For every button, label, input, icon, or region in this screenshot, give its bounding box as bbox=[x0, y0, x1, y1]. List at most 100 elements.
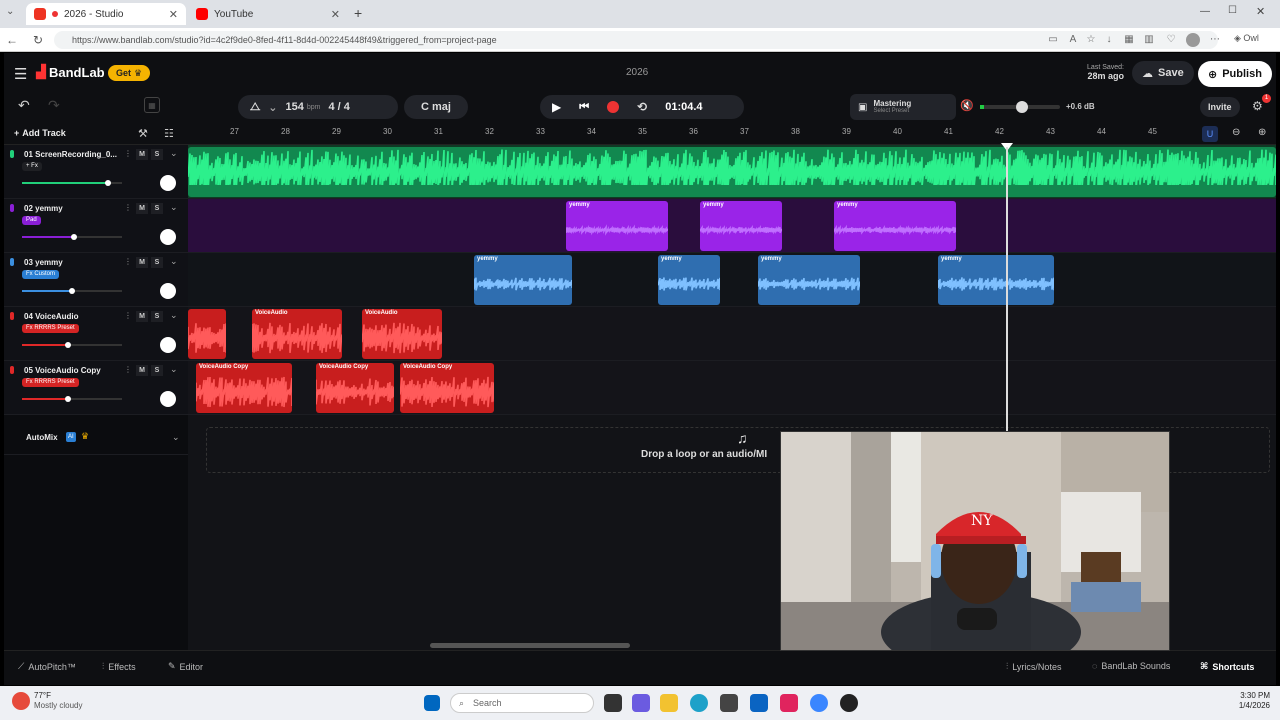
tab-studio[interactable]: 2026 - Studio ✕ bbox=[26, 3, 186, 25]
track-header[interactable]: 03 yemmy Fx Custom ⋮ M S ⌄ bbox=[4, 253, 188, 307]
bandlab-app-icon[interactable] bbox=[840, 694, 858, 712]
track-more-icon[interactable]: ⋮ bbox=[124, 311, 132, 320]
automix-label[interactable]: AutoMix bbox=[26, 433, 58, 442]
bookmark-icon[interactable]: ☆ bbox=[1084, 33, 1098, 47]
minimize-icon[interactable]: — bbox=[1200, 6, 1210, 17]
effects-button[interactable]: ⫶ Effects bbox=[102, 661, 136, 672]
menu-icon[interactable]: ☰ bbox=[14, 65, 27, 83]
track-settings-icon[interactable]: ☷ bbox=[164, 127, 174, 140]
invite-button[interactable]: Invite bbox=[1200, 97, 1240, 117]
close-icon[interactable]: ✕ bbox=[331, 8, 340, 21]
pan-knob[interactable] bbox=[160, 229, 176, 245]
edge-icon[interactable] bbox=[690, 694, 708, 712]
audio-clip[interactable] bbox=[188, 309, 226, 359]
volume-thumb[interactable] bbox=[65, 342, 71, 348]
track-header[interactable]: 04 VoiceAudio Fx RRRRS Preset ⋮ M S ⌄ bbox=[4, 307, 188, 361]
timeline-ruler[interactable]: 27 28 29 30 31 32 33 34 35 36 37 38 39 40 41 42 43 44 45 U… bbox=[188, 123, 1276, 145]
get-membership-badge[interactable]: Get ♛ bbox=[108, 65, 151, 81]
pan-knob[interactable] bbox=[160, 175, 176, 191]
weather-widget[interactable]: 77°F Mostly cloudy bbox=[34, 691, 82, 711]
publish-button[interactable]: ⊕ Publish bbox=[1198, 61, 1272, 87]
lyrics-notes-button[interactable]: ⫶ Lyrics/Notes bbox=[1006, 661, 1061, 672]
chevron-down-icon[interactable]: ⌄ bbox=[170, 310, 178, 321]
close-icon[interactable]: ✕ bbox=[169, 8, 178, 21]
audio-clip[interactable] bbox=[188, 147, 1276, 197]
track-volume-slider[interactable] bbox=[22, 234, 122, 240]
master-volume-slider[interactable] bbox=[980, 101, 1060, 113]
tab-list-icon[interactable]: ⌄ bbox=[6, 6, 14, 17]
tab-youtube[interactable]: YouTube ✕ bbox=[188, 3, 348, 25]
store-icon[interactable] bbox=[720, 694, 738, 712]
audio-clip[interactable]: yemmy bbox=[938, 255, 1054, 305]
more-icon[interactable]: ⋯ bbox=[1208, 33, 1222, 47]
track-header[interactable]: 01 ScreenRecording_0... + Fx ⋮ M S ⌄ bbox=[4, 145, 188, 199]
download-icon[interactable]: ↓ bbox=[1102, 33, 1116, 47]
solo-button[interactable]: S bbox=[151, 149, 163, 160]
url-input[interactable]: https://www.bandlab.com/studio?id=4c2f9d… bbox=[54, 31, 1218, 49]
zoom-out-icon[interactable]: ⊖ bbox=[1232, 127, 1240, 138]
file-explorer-icon[interactable] bbox=[660, 694, 678, 712]
track-more-icon[interactable]: ⋮ bbox=[124, 203, 132, 212]
mute-button[interactable]: M bbox=[136, 311, 148, 322]
back-icon[interactable]: ← bbox=[4, 32, 20, 48]
pan-knob[interactable] bbox=[160, 283, 176, 299]
record-button[interactable] bbox=[607, 101, 620, 113]
add-track-button[interactable]: + Add Track bbox=[14, 128, 66, 138]
audio-clip[interactable]: VoiceAudio Copy bbox=[196, 363, 292, 413]
system-clock[interactable]: 3:30 PM 1/4/2026 bbox=[1218, 691, 1270, 712]
task-view-icon[interactable] bbox=[604, 694, 622, 712]
audio-clip[interactable]: VoiceAudio Copy bbox=[400, 363, 494, 413]
audio-clip[interactable]: yemmy bbox=[658, 255, 720, 305]
undo-icon[interactable]: ↶ bbox=[18, 97, 30, 114]
track-name[interactable]: 02 yemmy bbox=[24, 204, 120, 213]
audio-clip[interactable]: VoiceAudio bbox=[252, 309, 342, 359]
chevron-down-icon[interactable]: ⌄ bbox=[170, 202, 178, 213]
horizontal-scrollbar[interactable] bbox=[430, 643, 630, 648]
profile-avatar[interactable] bbox=[1186, 33, 1200, 47]
track-volume-slider[interactable] bbox=[22, 396, 122, 402]
bpm-value[interactable]: 154 bbox=[285, 101, 303, 113]
chevron-down-icon[interactable]: ⌄ bbox=[172, 432, 180, 443]
mute-button[interactable]: M bbox=[136, 203, 148, 214]
chevron-down-icon[interactable]: ⌄ bbox=[170, 364, 178, 375]
solo-button[interactable]: S bbox=[151, 257, 163, 268]
new-tab-button[interactable]: + bbox=[354, 5, 362, 21]
copilot-app-icon[interactable] bbox=[632, 694, 650, 712]
track-header[interactable]: 02 yemmy Pad ⋮ M S ⌄ bbox=[4, 199, 188, 253]
pan-knob[interactable] bbox=[160, 391, 176, 407]
audio-clip[interactable]: VoiceAudio bbox=[362, 309, 442, 359]
zoom-in-icon[interactable]: ⊕ bbox=[1258, 127, 1266, 138]
key-selector[interactable]: C maj bbox=[404, 95, 468, 119]
audio-clip[interactable]: yemmy bbox=[474, 255, 572, 305]
volume-thumb[interactable] bbox=[71, 234, 77, 240]
weather-icon[interactable] bbox=[12, 692, 30, 710]
track-more-icon[interactable]: ⋮ bbox=[124, 257, 132, 266]
audio-clip[interactable]: yemmy bbox=[834, 201, 956, 251]
volume-thumb[interactable] bbox=[69, 288, 75, 294]
track-name[interactable]: 05 VoiceAudio Copy bbox=[24, 366, 120, 375]
tempo-control[interactable]: ⧍ ⌄ 154 bpm 4 / 4 bbox=[238, 95, 398, 119]
loop-button[interactable]: ⟲ bbox=[637, 100, 647, 114]
track-fx-badge[interactable]: + Fx bbox=[22, 162, 42, 171]
time-signature[interactable]: 4 / 4 bbox=[328, 101, 349, 113]
taskbar-search-input[interactable]: ⌕ Search bbox=[450, 693, 594, 713]
track-name[interactable]: 03 yemmy bbox=[24, 258, 120, 267]
track-lane[interactable] bbox=[188, 307, 1276, 361]
maximize-icon[interactable]: ☐ bbox=[1228, 5, 1237, 16]
audio-clip[interactable]: yemmy bbox=[566, 201, 668, 251]
shortcuts-button[interactable]: ⌘ Shortcuts bbox=[1200, 661, 1254, 672]
volume-thumb[interactable] bbox=[105, 180, 111, 186]
track-fx-badge[interactable]: Pad bbox=[22, 216, 41, 225]
track-name[interactable]: 01 ScreenRecording_0... bbox=[24, 150, 120, 159]
collections-icon[interactable]: ▥ bbox=[1142, 33, 1156, 47]
volume-thumb[interactable] bbox=[65, 396, 71, 402]
save-button[interactable]: ☁ Save bbox=[1132, 61, 1194, 85]
mute-button[interactable]: M bbox=[136, 149, 148, 160]
pan-knob[interactable] bbox=[160, 337, 176, 353]
project-title[interactable]: 2026 bbox=[626, 67, 648, 78]
solo-button[interactable]: S bbox=[151, 365, 163, 376]
grid-icon[interactable]: ▦ bbox=[144, 97, 160, 113]
messenger-icon[interactable] bbox=[810, 694, 828, 712]
track-header[interactable]: 05 VoiceAudio Copy Fx RRRRS Preset ⋮ M S ⌄ bbox=[4, 361, 188, 415]
copilot-icon[interactable]: ◈ Owl bbox=[1234, 33, 1274, 47]
